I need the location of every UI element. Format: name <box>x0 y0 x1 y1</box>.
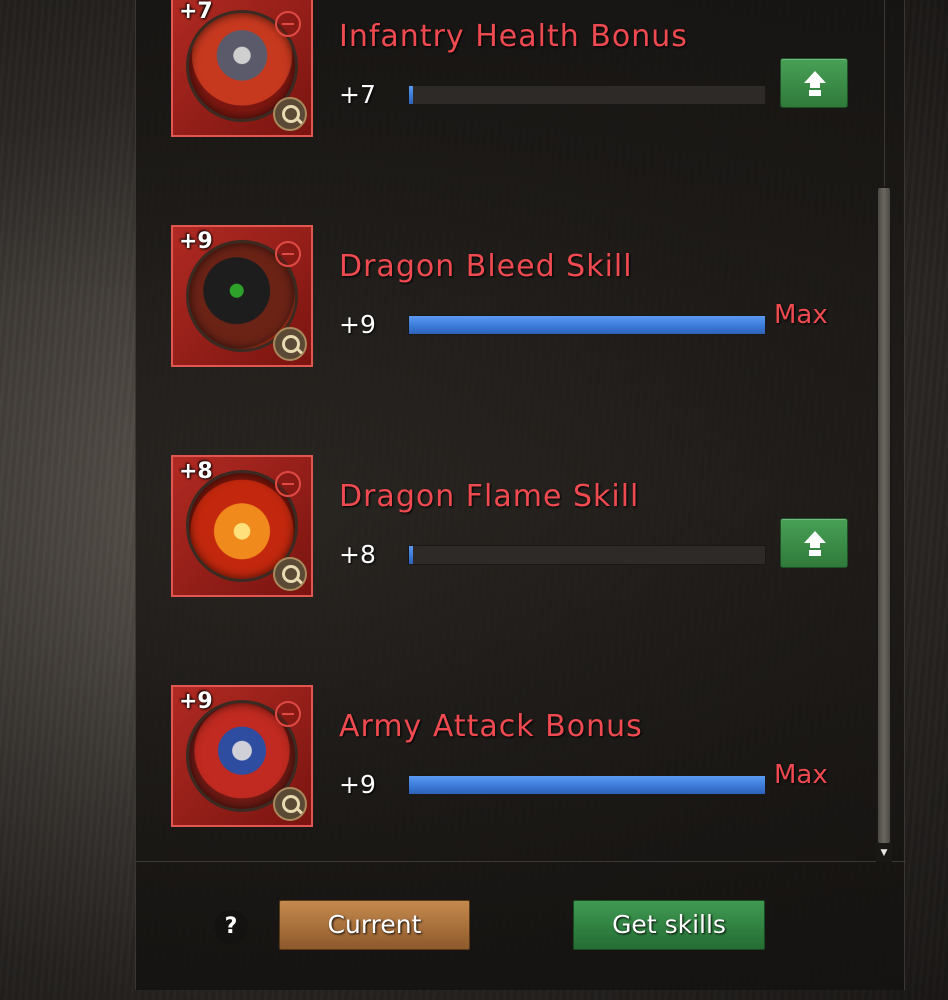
skill-badge: +9 <box>179 229 213 254</box>
skill-progress-fill <box>409 546 413 564</box>
skill-icon-frame[interactable]: +7 <box>171 0 313 137</box>
skill-name: Army Attack Bonus <box>339 709 643 744</box>
scroll-down-arrow-icon[interactable]: ▼ <box>878 846 890 860</box>
skill-icon-frame[interactable]: +9 <box>171 225 313 367</box>
arrow-up-icon <box>804 71 826 96</box>
skill-progress-bar <box>408 85 766 105</box>
skill-progress-fill <box>409 86 413 104</box>
skill-row: +7 Infantry Health Bonus +7 <box>171 0 871 140</box>
skill-progress-fill <box>409 776 765 794</box>
skill-progress-fill <box>409 316 765 334</box>
skill-level: +9 <box>339 770 376 799</box>
magnify-icon[interactable] <box>273 787 307 821</box>
arrow-up-icon <box>804 531 826 556</box>
skill-name: Dragon Flame Skill <box>339 479 640 514</box>
skill-level: +9 <box>339 310 376 339</box>
minus-icon[interactable] <box>275 241 301 267</box>
skill-progress-bar <box>408 775 766 795</box>
max-label: Max <box>774 760 828 790</box>
skill-badge: +8 <box>179 459 213 484</box>
skill-icon-frame[interactable]: +8 <box>171 455 313 597</box>
skill-badge: +9 <box>179 689 213 714</box>
skill-list: +7 Infantry Health Bonus +7 +9 Dragon Bl… <box>136 0 906 862</box>
upgrade-button[interactable] <box>780 58 848 108</box>
scrollbar-thumb[interactable] <box>878 188 890 843</box>
skill-name: Dragon Bleed Skill <box>339 249 633 284</box>
minus-icon[interactable] <box>275 701 301 727</box>
help-icon[interactable]: ? <box>214 910 248 944</box>
minus-icon[interactable] <box>275 11 301 37</box>
get-skills-button[interactable]: Get skills <box>573 900 765 950</box>
magnify-icon[interactable] <box>273 97 307 131</box>
magnify-icon[interactable] <box>273 557 307 591</box>
current-button[interactable]: Current <box>279 900 470 950</box>
skill-row: +9 Dragon Bleed Skill +9 Max <box>171 225 871 370</box>
skill-progress-bar <box>408 545 766 565</box>
skill-level: +7 <box>339 80 376 109</box>
minus-icon[interactable] <box>275 471 301 497</box>
skill-row: +8 Dragon Flame Skill +8 <box>171 455 871 600</box>
footer-bar: ? Current Get skills <box>136 862 906 990</box>
skill-level: +8 <box>339 540 376 569</box>
upgrade-button[interactable] <box>780 518 848 568</box>
skills-panel: +7 Infantry Health Bonus +7 +9 Dragon Bl… <box>135 0 906 990</box>
skill-progress-bar <box>408 315 766 335</box>
max-label: Max <box>774 300 828 330</box>
skill-icon-frame[interactable]: +9 <box>171 685 313 827</box>
skill-badge: +7 <box>179 0 213 24</box>
magnify-icon[interactable] <box>273 327 307 361</box>
skill-name: Infantry Health Bonus <box>339 19 688 54</box>
skill-row: +9 Army Attack Bonus +9 Max <box>171 685 871 830</box>
